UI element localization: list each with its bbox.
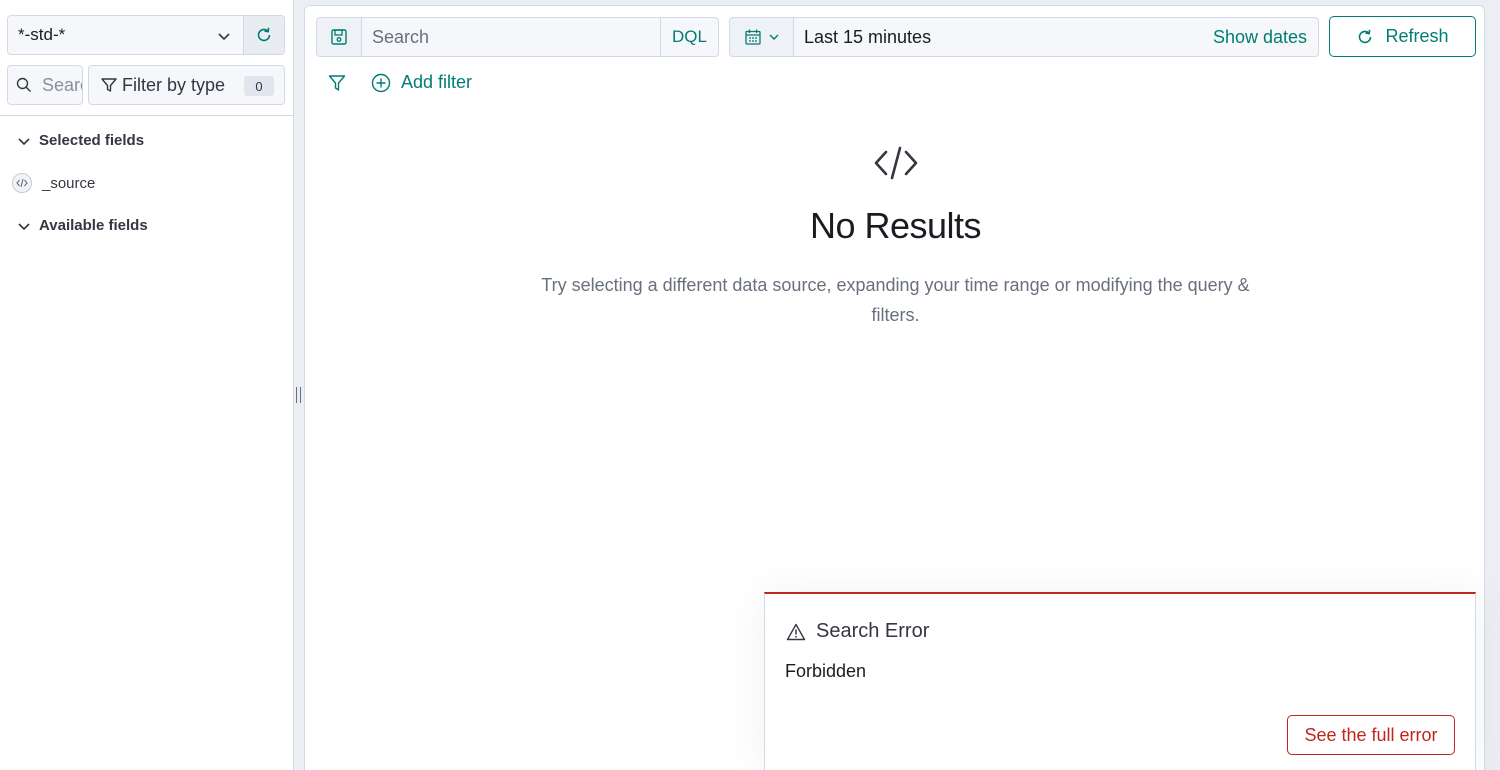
show-dates-label: Show dates — [1212, 26, 1307, 47]
sidebar-resize-handle[interactable] — [296, 387, 301, 403]
filter-options-button[interactable] — [327, 73, 347, 93]
toast-message: Forbidden — [785, 661, 867, 681]
field-sidebar: *-std-* Search field names Filter by typ… — [0, 0, 294, 770]
code-field-type-icon — [12, 173, 32, 193]
filter-by-type-label: Filter by type — [122, 74, 226, 95]
refresh-icon — [1356, 28, 1374, 46]
toast-title: Search Error — [816, 620, 930, 642]
index-pattern-value: *-std-* — [18, 25, 66, 44]
plus-in-circle-icon — [371, 73, 391, 93]
available-fields-toggle[interactable]: Available fields — [17, 217, 148, 234]
chevron-down-icon — [768, 31, 780, 43]
search-icon — [16, 77, 32, 93]
save-icon — [330, 28, 348, 46]
no-results-message: Try selecting a different data source, e… — [541, 275, 1250, 325]
add-filter-button[interactable]: Add filter — [371, 72, 472, 93]
quick-select-button[interactable] — [730, 18, 794, 56]
chevron-down-icon — [17, 134, 31, 148]
selected-fields-label: Selected fields — [39, 132, 145, 149]
field-search-placeholder: Search field names — [42, 74, 82, 95]
refresh-icon — [255, 26, 273, 44]
calendar-icon — [744, 28, 762, 46]
show-dates-button[interactable]: Show dates — [1213, 18, 1318, 56]
saved-query-button[interactable] — [317, 18, 362, 56]
query-bar: Search DQL — [316, 17, 719, 57]
search-error-toast: Search Error Forbidden See the full erro… — [764, 592, 1476, 770]
index-pattern-selector[interactable]: *-std-* — [7, 15, 285, 55]
filter-by-type-button[interactable]: Filter by type 0 — [88, 65, 285, 105]
field-name: _source — [42, 174, 96, 192]
query-search-placeholder: Search — [372, 26, 430, 47]
code-icon — [872, 143, 920, 183]
sidebar-divider — [0, 115, 294, 116]
see-full-error-label: See the full error — [1304, 724, 1438, 745]
time-range-display[interactable]: Last 15 minutes — [794, 18, 1213, 56]
chevron-down-icon — [217, 29, 231, 43]
date-picker: Last 15 minutes Show dates — [729, 17, 1319, 57]
available-fields-label: Available fields — [39, 217, 148, 234]
no-results-empty-state: No Results Try selecting a different dat… — [305, 143, 1486, 330]
query-search-input[interactable]: Search — [362, 18, 660, 56]
field-item-source[interactable]: _source — [12, 173, 95, 193]
query-language-button[interactable]: DQL — [660, 18, 718, 56]
query-language-label: DQL — [672, 27, 707, 46]
alert-triangle-icon — [786, 623, 806, 641]
add-filter-label: Add filter — [401, 72, 473, 92]
time-range-label: Last 15 minutes — [804, 26, 932, 47]
refresh-index-pattern-button[interactable] — [243, 16, 284, 54]
chevron-down-icon — [17, 219, 31, 233]
field-search-input[interactable]: Search field names — [7, 65, 83, 105]
filter-count-badge: 0 — [244, 76, 274, 96]
toast-header: Search Error — [786, 620, 929, 643]
no-results-title: No Results — [809, 205, 982, 246]
filter-icon — [327, 73, 347, 93]
refresh-button[interactable]: Refresh — [1329, 16, 1476, 57]
index-pattern-dropdown[interactable]: *-std-* — [8, 16, 243, 54]
filter-icon — [100, 76, 118, 94]
selected-fields-toggle[interactable]: Selected fields — [17, 132, 144, 149]
see-full-error-button[interactable]: See the full error — [1287, 715, 1455, 755]
refresh-label: Refresh — [1385, 26, 1449, 46]
